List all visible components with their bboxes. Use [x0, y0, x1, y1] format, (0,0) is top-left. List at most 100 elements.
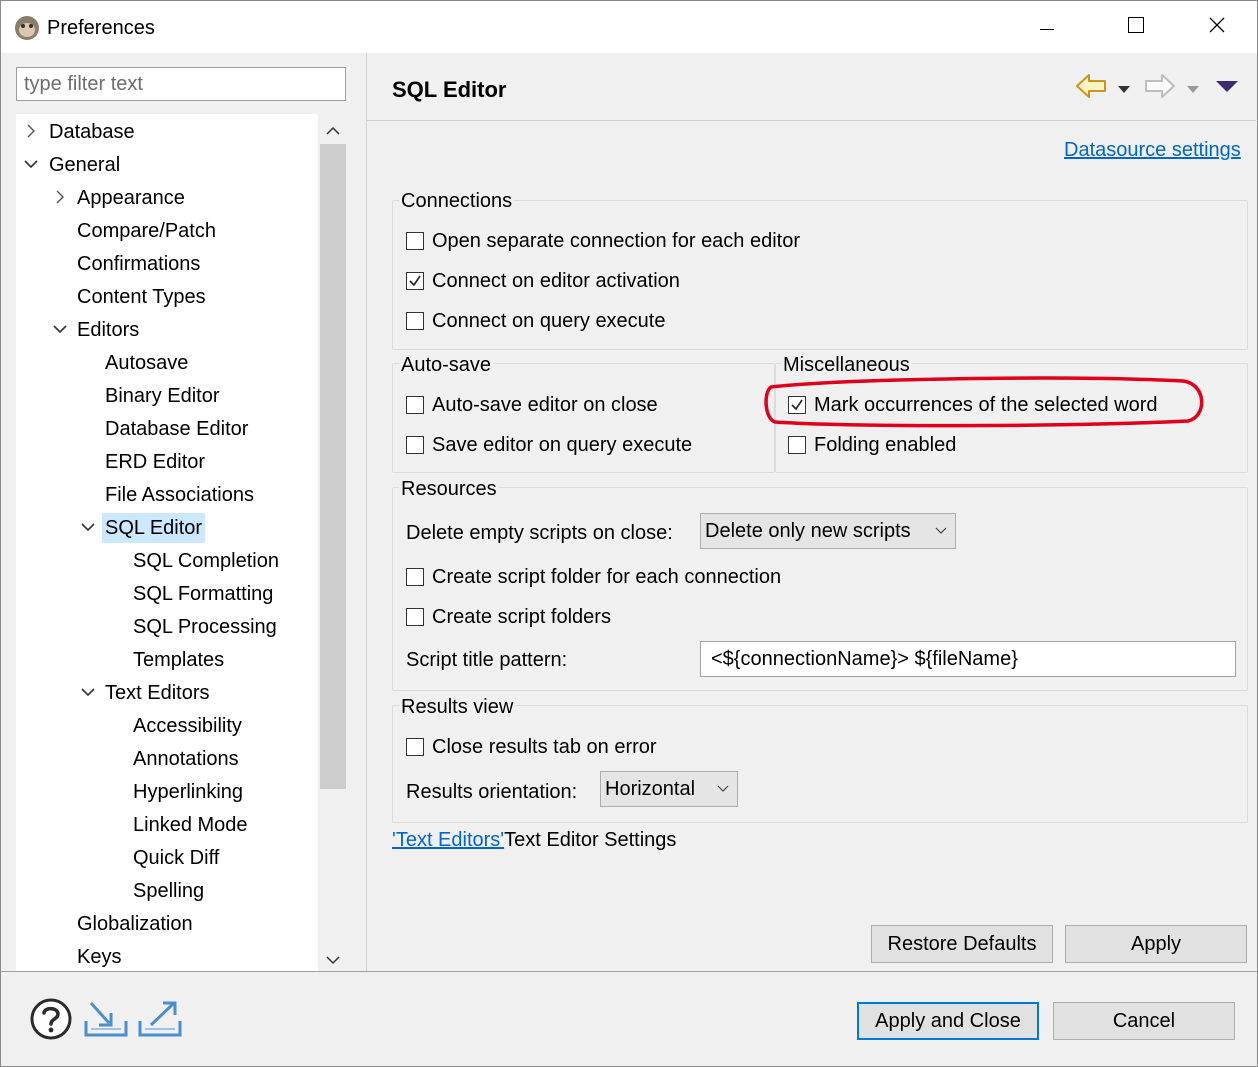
delete-empty-scripts-select[interactable]: Delete only new scripts	[700, 513, 956, 549]
tree-item-sql-completion[interactable]: SQL Completion	[16, 544, 282, 577]
text-editors-link[interactable]: 'Text Editors'	[392, 829, 504, 851]
tree-item-autosave[interactable]: Autosave	[16, 346, 191, 379]
tree-item-label: SQL Formatting	[133, 582, 274, 605]
checkbox-label: Create script folder for each connection	[432, 566, 782, 588]
help-icon[interactable]	[29, 997, 73, 1046]
preferences-window: Preferences Database General Appearance …	[0, 0, 1258, 1067]
title-bar: Preferences	[1, 1, 1257, 53]
tree-item-appearance[interactable]: Appearance	[16, 181, 188, 214]
tree-item-spelling[interactable]: Spelling	[16, 874, 207, 907]
chevron-down-icon[interactable]	[24, 157, 38, 171]
chevron-down-icon[interactable]	[81, 520, 95, 534]
tree-item-binary-editor[interactable]: Binary Editor	[16, 379, 223, 412]
tree-item-file-associations[interactable]: File Associations	[16, 478, 257, 511]
close-button[interactable]	[1187, 1, 1247, 53]
checkbox-box[interactable]	[406, 312, 424, 330]
tree-item-database-editor[interactable]: Database Editor	[16, 412, 251, 445]
tree-scrollbar[interactable]	[318, 114, 347, 971]
results-orientation-select[interactable]: Horizontal	[600, 771, 738, 807]
tree-item-label: Database	[49, 120, 135, 143]
chevron-down-icon[interactable]	[53, 322, 67, 336]
connect-on-query-execute-checkbox[interactable]: Connect on query execute	[406, 309, 666, 333]
tree-item-confirmations[interactable]: Confirmations	[16, 247, 203, 280]
close-results-tab-checkbox[interactable]: Close results tab on error	[406, 735, 657, 759]
pane-divider[interactable]	[366, 53, 367, 972]
tree-item-database[interactable]: Database	[16, 115, 138, 148]
checkbox-label: Connect on query execute	[432, 310, 666, 332]
tree-item-label: Globalization	[77, 912, 193, 935]
checkbox-box[interactable]	[406, 738, 424, 756]
delete-empty-scripts-label: Delete empty scripts on close:	[406, 522, 673, 544]
checkbox-box[interactable]	[406, 568, 424, 586]
view-menu-icon[interactable]	[1216, 80, 1238, 98]
checkbox-box[interactable]	[406, 272, 424, 290]
autosave-group-label: Auto-save	[399, 354, 494, 377]
import-icon[interactable]	[83, 999, 129, 1044]
datasource-settings-link[interactable]: Datasource settings	[1064, 138, 1241, 162]
chevron-right-icon[interactable]	[53, 190, 67, 204]
forward-arrow-icon[interactable]	[1144, 73, 1176, 104]
scrollbar-thumb[interactable]	[320, 144, 346, 789]
autosave-on-close-checkbox[interactable]: Auto-save editor on close	[406, 393, 658, 417]
tree-item-label: Content Types	[77, 285, 206, 308]
tree-item-globalization[interactable]: Globalization	[16, 907, 196, 940]
tree-item-hyperlinking[interactable]: Hyperlinking	[16, 775, 246, 808]
tree-item-editors[interactable]: Editors	[16, 313, 142, 346]
highlight-annotation	[763, 375, 1207, 434]
back-dropdown-icon[interactable]	[1118, 81, 1130, 99]
tree-item-label: Linked Mode	[133, 813, 248, 836]
tree-item-linked-mode[interactable]: Linked Mode	[16, 808, 251, 841]
cancel-button[interactable]: Cancel	[1053, 1002, 1235, 1040]
scroll-down-icon[interactable]	[326, 952, 340, 970]
tree-item-compare-patch[interactable]: Compare/Patch	[16, 214, 219, 247]
tree-item-label: Hyperlinking	[133, 780, 244, 803]
tree-item-accessibility[interactable]: Accessibility	[16, 709, 245, 742]
tree-item-sql-formatting[interactable]: SQL Formatting	[16, 577, 276, 610]
script-folder-per-connection-checkbox[interactable]: Create script folder for each connection	[406, 565, 781, 589]
export-icon[interactable]	[137, 999, 183, 1044]
checkbox-box[interactable]	[406, 232, 424, 250]
forward-dropdown-icon[interactable]	[1187, 81, 1199, 99]
filter-input[interactable]	[16, 67, 346, 101]
folding-enabled-checkbox[interactable]: Folding enabled	[788, 433, 956, 457]
checkbox-box[interactable]	[788, 436, 806, 454]
tree-item-label: SQL Processing	[133, 615, 277, 638]
create-script-folders-checkbox[interactable]: Create script folders	[406, 605, 611, 629]
page-title: SQL Editor	[392, 77, 507, 102]
tree-item-annotations[interactable]: Annotations	[16, 742, 242, 775]
checkbox-label: Close results tab on error	[432, 736, 657, 758]
minimize-button[interactable]	[1017, 1, 1077, 53]
chevron-down-icon[interactable]	[81, 685, 95, 699]
apply-and-close-button[interactable]: Apply and Close	[857, 1002, 1039, 1040]
results-orientation-label: Results orientation:	[406, 781, 578, 803]
save-on-query-execute-checkbox[interactable]: Save editor on query execute	[406, 433, 692, 457]
checkbox-box[interactable]	[406, 396, 424, 414]
checkbox-box[interactable]	[406, 436, 424, 454]
open-separate-connection-checkbox[interactable]: Open separate connection for each editor	[406, 229, 800, 253]
window-title: Preferences	[47, 17, 155, 39]
tree-item-content-types[interactable]: Content Types	[16, 280, 209, 313]
script-title-pattern-field[interactable]	[700, 641, 1236, 677]
tree-item-quick-diff[interactable]: Quick Diff	[16, 841, 222, 874]
connect-on-editor-activation-checkbox[interactable]: Connect on editor activation	[406, 269, 680, 293]
maximize-button[interactable]	[1106, 1, 1166, 53]
scroll-up-icon[interactable]	[326, 123, 340, 141]
tree-item-erd-editor[interactable]: ERD Editor	[16, 445, 208, 478]
tree-item-keys[interactable]: Keys	[16, 940, 124, 971]
maximize-icon	[1128, 16, 1144, 38]
checkbox-box[interactable]	[406, 608, 424, 626]
tree-item-text-editors[interactable]: Text Editors	[16, 676, 212, 709]
tree-item-sql-processing[interactable]: SQL Processing	[16, 610, 280, 643]
checkbox-label: Save editor on query execute	[432, 434, 693, 456]
back-arrow-icon[interactable]	[1075, 73, 1107, 104]
script-title-pattern-label: Script title pattern:	[406, 649, 568, 671]
tree-item-templates[interactable]: Templates	[16, 643, 227, 676]
checkbox-label: Create script folders	[432, 606, 611, 628]
connections-group-label: Connections	[399, 190, 515, 213]
tree-item-label: Accessibility	[133, 714, 242, 737]
tree-item-sql-editor[interactable]: SQL Editor	[16, 511, 206, 544]
tree-item-general[interactable]: General	[16, 148, 123, 181]
restore-defaults-button[interactable]: Restore Defaults	[871, 925, 1053, 963]
apply-button[interactable]: Apply	[1065, 925, 1247, 963]
chevron-right-icon[interactable]	[24, 124, 38, 138]
